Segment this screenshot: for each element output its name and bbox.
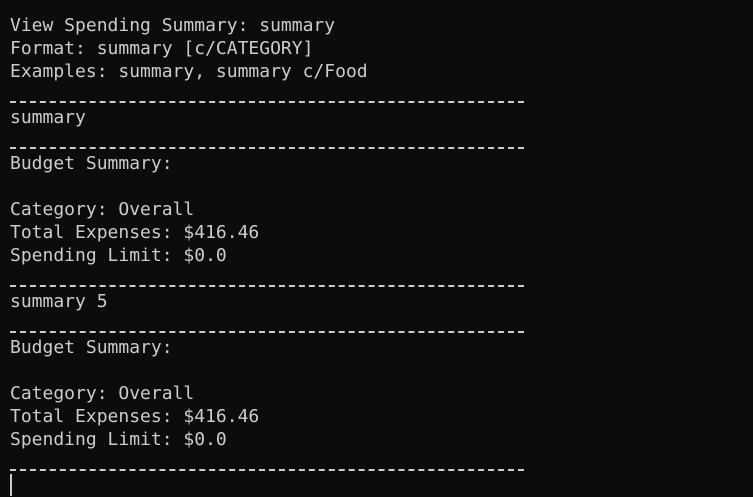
separator-line xyxy=(10,83,524,106)
total-expenses-line: Total Expenses: $416.46 xyxy=(10,222,260,243)
separator-line xyxy=(10,267,524,290)
total-expenses-line: Total Expenses: $416.46 xyxy=(10,406,260,427)
text-cursor[interactable] xyxy=(10,474,12,496)
category-line: Category: Overall xyxy=(10,199,195,220)
separator-line xyxy=(10,129,524,152)
category-line: Category: Overall xyxy=(10,383,195,404)
help-examples-line: Examples: summary, summary c/Food xyxy=(10,61,368,82)
terminal-window[interactable]: View Spending Summary: summary Format: s… xyxy=(0,0,753,497)
spending-limit-line: Spending Limit: $0.0 xyxy=(10,245,227,266)
command-input-line: summary 5 xyxy=(10,291,108,312)
help-title-line: View Spending Summary: summary xyxy=(10,15,336,36)
spending-limit-line: Spending Limit: $0.0 xyxy=(10,429,227,450)
separator-line xyxy=(10,313,524,336)
budget-summary-heading: Budget Summary: xyxy=(10,153,173,174)
help-format-line: Format: summary [c/CATEGORY] xyxy=(10,38,314,59)
separator-line xyxy=(10,451,524,474)
command-input-line: summary xyxy=(10,107,86,128)
budget-summary-heading: Budget Summary: xyxy=(10,337,173,358)
